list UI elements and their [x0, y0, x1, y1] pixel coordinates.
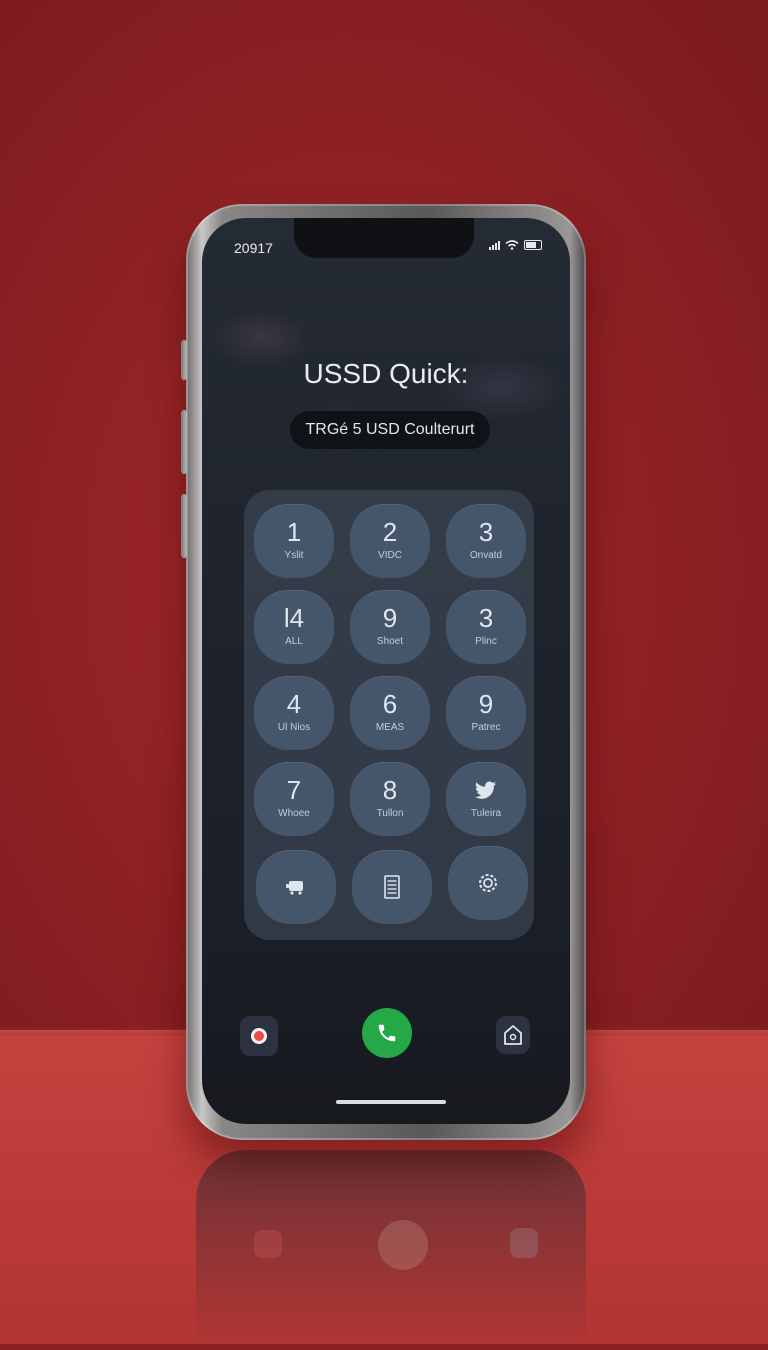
key-sub-label: Shoet [376, 636, 404, 647]
key-sub-label: Ul Nios [277, 722, 311, 733]
key-digit: 6 [382, 689, 398, 719]
key-1[interactable]: 1 Yslit [254, 504, 334, 578]
key-sub-label: Onvatd [469, 550, 503, 561]
key-9-shoet[interactable]: 9 Shoet [350, 590, 430, 664]
key-digit: 3 [478, 517, 494, 547]
call-button[interactable] [362, 1008, 412, 1058]
bus-icon [256, 850, 336, 924]
mute-switch[interactable] [181, 340, 187, 380]
key-2[interactable]: 2 VIDC [350, 504, 430, 578]
key-sub-label: MEAS [375, 722, 405, 733]
key-sub-label: Tullon [376, 808, 404, 819]
key-sub-label: Patrec [471, 722, 501, 733]
key-4-ulnios[interactable]: 4 Ul Nios [254, 676, 334, 750]
key-list[interactable] [352, 850, 432, 924]
key-sub-label: Whoee [278, 808, 310, 819]
key-sub-label: Tuleira [470, 808, 502, 819]
key-sub-label: VIDC [378, 550, 402, 561]
key-7[interactable]: 7 Whoee [254, 762, 334, 836]
key-digit: l4 [283, 603, 305, 633]
reflection-home [510, 1228, 538, 1258]
record-button[interactable] [240, 1016, 278, 1056]
bottom-action-bar [202, 1008, 570, 1068]
keypad-panel: 1 Yslit 2 VIDC 3 Onvatd l4 ALL 9 Shoet 3 [244, 490, 534, 940]
status-icons [489, 240, 542, 250]
key-sub-label: Yslit [284, 550, 304, 561]
phone-screen: 20917 USSD Quick: TRGé 5 USD Coulterurt … [202, 218, 570, 1124]
key-digit: 2 [382, 517, 398, 547]
signal-icon [489, 240, 500, 250]
key-settings[interactable] [448, 846, 528, 920]
key-digit: 9 [382, 603, 398, 633]
home-indicator[interactable] [336, 1100, 446, 1104]
volume-down-button[interactable] [181, 494, 187, 558]
gear-icon [448, 846, 528, 920]
key-9-patrec[interactable]: 9 Patrec [446, 676, 526, 750]
key-bus[interactable] [256, 850, 336, 924]
battery-icon [524, 240, 542, 250]
key-6[interactable]: 6 MEAS [350, 676, 430, 750]
key-digit: 7 [286, 775, 302, 805]
phone-icon [378, 1024, 396, 1042]
key-8[interactable]: 8 Tullon [350, 762, 430, 836]
record-icon [251, 1028, 267, 1044]
key-digit: 9 [478, 689, 494, 719]
bird-icon [446, 776, 526, 804]
key-digit: 3 [478, 603, 494, 633]
key-sub-label: Plinc [475, 636, 497, 647]
phone-device: 20917 USSD Quick: TRGé 5 USD Coulterurt … [181, 204, 586, 1140]
key-bird[interactable]: Tuleira [446, 762, 526, 836]
home-icon [504, 1025, 522, 1045]
key-digit: 8 [382, 775, 398, 805]
notch [294, 218, 474, 258]
key-sub-label: ALL [285, 636, 303, 647]
key-3[interactable]: 3 Onvatd [446, 504, 526, 578]
key-3-plinc[interactable]: 3 Plinc [446, 590, 526, 664]
page-title: USSD Quick: [303, 358, 469, 389]
status-time: 20917 [234, 240, 273, 256]
wifi-icon [505, 240, 519, 250]
ussd-code-display[interactable]: TRGé 5 USD Coulterurt [290, 411, 490, 449]
volume-up-button[interactable] [181, 410, 187, 474]
list-icon [352, 850, 432, 924]
reflection-call [378, 1220, 428, 1270]
reflection-record [254, 1230, 282, 1258]
phone-reflection [196, 1150, 586, 1350]
key-digit: 1 [286, 517, 302, 547]
home-button[interactable] [496, 1016, 530, 1054]
key-4[interactable]: l4 ALL [254, 590, 334, 664]
key-digit: 4 [286, 689, 302, 719]
